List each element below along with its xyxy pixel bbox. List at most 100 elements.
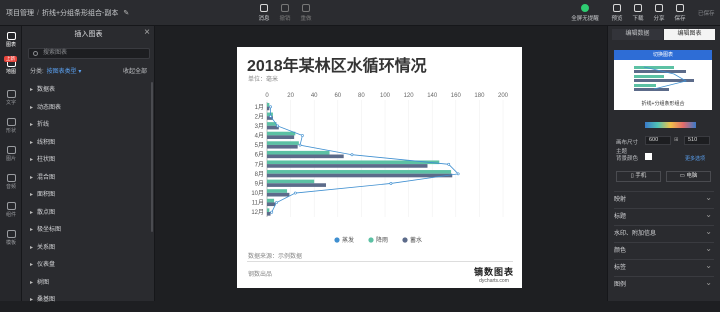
rail-audio[interactable]: 音频 xyxy=(0,174,22,190)
chart-plot: 0 20 40 60 80 100 120 140 160 180 200 1月 2月 3月 4月 5月 6月 7… xyxy=(251,93,509,244)
switch-chart-button[interactable]: 切换图表 xyxy=(614,50,712,60)
search-icon xyxy=(33,51,38,56)
canvas-height-input[interactable]: 510 xyxy=(684,136,710,145)
bar-蓄水 xyxy=(267,144,298,149)
bar-蓄水 xyxy=(267,183,326,187)
list-item[interactable]: 仪表盘 xyxy=(30,259,152,277)
chart-search-input[interactable]: 搜索图表 xyxy=(28,48,150,59)
bar-降雨 xyxy=(267,150,330,155)
section-legend[interactable]: 图例 xyxy=(614,274,714,293)
category-filter: 分类: 按图表类型 ▾ 收起全部 xyxy=(30,66,147,75)
chart-footer: 钢数出品 xyxy=(248,272,273,278)
bar-降雨 xyxy=(267,179,315,184)
bar-降雨 xyxy=(267,208,270,213)
chart-icon xyxy=(6,32,16,40)
y-tick-label: 9月 xyxy=(255,180,264,187)
line-point xyxy=(270,210,274,214)
bar-降雨 xyxy=(267,141,299,145)
x-tick-label: 100 xyxy=(380,93,391,99)
more-options-link[interactable]: 更多选项 xyxy=(685,155,705,162)
present-toggle[interactable]: 全屏无提醒 xyxy=(565,4,605,22)
legend-label: 降雨 xyxy=(376,236,388,244)
section-color[interactable]: 颜色 xyxy=(614,240,714,259)
bar-蓄水 xyxy=(267,212,271,216)
legend-swatch xyxy=(402,237,408,243)
section-watermark[interactable]: 水印、附加信息 xyxy=(614,223,714,242)
background-color-picker[interactable] xyxy=(645,153,652,160)
tab-edit-chart[interactable]: 编辑图表 xyxy=(664,29,715,40)
y-tick-label: 1月 xyxy=(255,104,264,111)
x-tick-label: 60 xyxy=(334,93,341,99)
thumbnail-caption: 折线+分组条形组合 xyxy=(641,101,685,107)
section-labels[interactable]: 标签 xyxy=(614,257,714,276)
legend-label: 蓄水 xyxy=(410,236,422,244)
rail-shape[interactable]: 形状 xyxy=(0,118,22,134)
rail-chart[interactable]: 图表 xyxy=(0,32,22,48)
x-tick-label: 120 xyxy=(404,93,415,99)
legend-swatch xyxy=(368,237,374,243)
divider xyxy=(247,261,513,262)
y-tick-label: 8月 xyxy=(255,171,264,178)
chart-category-list: 数据表 动态图表 折线 线积图 柱状图 混合图 面积图 散点图 极坐标图 关系图… xyxy=(30,84,152,312)
collapse-all-button[interactable]: 收起全部 xyxy=(123,66,147,75)
list-item[interactable]: 柱状图 xyxy=(30,154,152,172)
line-point xyxy=(276,124,280,128)
section-title[interactable]: 标题 xyxy=(614,206,714,225)
rail-component[interactable]: 组件 xyxy=(0,202,22,218)
section-mapping[interactable]: 映射 xyxy=(614,189,714,208)
component-icon xyxy=(6,202,16,210)
edit-pencil-icon[interactable]: ✎ xyxy=(123,10,129,17)
audio-icon xyxy=(6,174,16,182)
line-point xyxy=(301,134,304,137)
rail-template[interactable]: 模板 xyxy=(0,230,22,246)
list-item[interactable]: 关系图 xyxy=(30,242,152,260)
close-icon[interactable]: × xyxy=(144,27,150,38)
chart-thumbnail[interactable]: 切换图表 折线+分组条形组合 xyxy=(614,50,712,110)
list-item[interactable]: 动态图表 xyxy=(30,102,152,120)
bar-蓄水 xyxy=(267,135,295,139)
y-tick-label: 3月 xyxy=(255,123,264,130)
line-point xyxy=(275,201,278,205)
list-item[interactable]: 数据表 xyxy=(30,84,152,102)
redo-button[interactable]: 重做 xyxy=(293,4,319,22)
bell-icon xyxy=(260,4,268,12)
insert-chart-panel: 插入图表 × 搜索图表 分类:按图表类型 ▾ 收起全部 数据表 动态图表 折线 … xyxy=(22,26,155,303)
y-tick-label: 5月 xyxy=(255,142,264,149)
desktop-view-button[interactable]: ▭ 电脑 xyxy=(666,171,711,182)
document-title[interactable]: 折线+分组条形组合-副本 xyxy=(42,10,118,17)
list-item[interactable]: 桑基图 xyxy=(30,294,152,312)
breadcrumb: 项目管理 / 折线+分组条形组合-副本 ✎ xyxy=(6,8,129,18)
chart-card[interactable]: 2018年某林区水循环情况 单位：毫米 0 20 40 60 80 100 120 140 16… xyxy=(237,47,522,288)
category-select[interactable]: 按图表类型 xyxy=(47,69,77,75)
list-item[interactable]: 线积图 xyxy=(30,137,152,155)
list-item[interactable]: 面积图 xyxy=(30,189,152,207)
panel-scrollbar[interactable] xyxy=(151,82,153,232)
rail-text[interactable]: 文字 xyxy=(0,90,22,106)
aspect-lock-icon[interactable]: ⊞ xyxy=(674,137,679,143)
mobile-view-button[interactable]: ▯ 手机 xyxy=(616,171,661,182)
image-icon xyxy=(6,146,16,154)
list-item[interactable]: 树图 xyxy=(30,277,152,295)
save-button[interactable]: 保存 xyxy=(667,4,693,22)
list-item[interactable]: 折线 xyxy=(30,119,152,137)
save-icon xyxy=(676,4,684,12)
list-item[interactable]: 散点图 xyxy=(30,207,152,225)
share-icon xyxy=(655,4,663,12)
list-item[interactable]: 极坐标图 xyxy=(30,224,152,242)
x-tick-label: 20 xyxy=(287,93,294,99)
panel-title: 插入图表 xyxy=(74,31,103,38)
x-tick-label: 80 xyxy=(358,93,365,99)
line-point xyxy=(298,143,302,147)
bar-蓄水 xyxy=(267,202,276,207)
x-tick-label: 0 xyxy=(265,93,269,99)
breadcrumb-root[interactable]: 项目管理 xyxy=(6,10,34,17)
legend-label: 蒸发 xyxy=(342,236,354,244)
tab-edit-data[interactable]: 编辑数据 xyxy=(612,29,663,40)
bar-蓄水 xyxy=(267,164,428,168)
y-tick-label: 4月 xyxy=(255,133,264,140)
rail-image[interactable]: 图片 xyxy=(0,146,22,162)
x-tick-label: 200 xyxy=(498,93,509,99)
theme-swatch[interactable] xyxy=(645,122,696,128)
canvas-width-input[interactable]: 600 xyxy=(645,136,671,145)
list-item[interactable]: 混合图 xyxy=(30,172,152,190)
